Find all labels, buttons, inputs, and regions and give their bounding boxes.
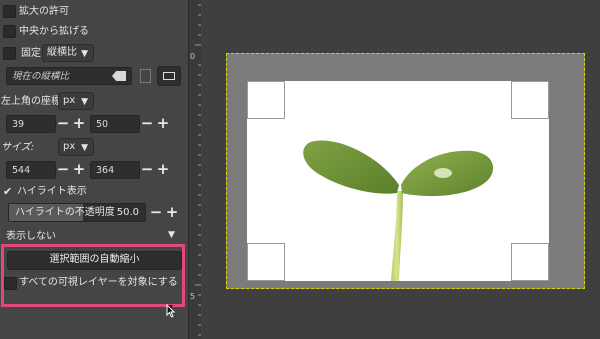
expand-from-center-checkbox[interactable]: [3, 25, 16, 38]
position-x-plus-button[interactable]: +: [72, 116, 86, 131]
highlight-opacity-value: 50.0: [116, 207, 139, 218]
allow-growing-label: 拡大の許可: [19, 6, 69, 17]
size-unit-dropdown[interactable]: px ▼: [58, 138, 94, 156]
portrait-icon[interactable]: [140, 69, 151, 83]
chevron-down-icon: ▼: [168, 230, 175, 240]
crop-handle-top-right[interactable]: [511, 81, 549, 119]
vertical-ruler[interactable]: 0 5: [188, 0, 202, 339]
highlight-label: ハイライト表示: [17, 186, 87, 197]
chevron-down-icon: ▼: [81, 97, 88, 107]
highlight-opacity-slider[interactable]: ハイライトの不透明度 50.0: [8, 203, 146, 222]
size-height-minus-button[interactable]: −: [140, 162, 154, 177]
image-canvas[interactable]: [247, 81, 549, 281]
size-width-field[interactable]: 544: [6, 161, 56, 179]
size-width-plus-button[interactable]: +: [72, 162, 86, 177]
size-height-value: 364: [96, 165, 115, 176]
aspect-ratio-value: 現在の縦横比: [12, 71, 70, 82]
size-width-value: 544: [12, 165, 31, 176]
position-x-minus-button[interactable]: −: [56, 116, 70, 131]
fixed-checkbox[interactable]: [3, 47, 16, 60]
position-label: 左上角の座標:: [1, 96, 65, 107]
highlight-frame: [1, 244, 185, 307]
expand-from-center-label: 中央から拡げる: [19, 26, 89, 37]
position-y-plus-button[interactable]: +: [156, 116, 170, 131]
position-x-field[interactable]: 39: [6, 115, 56, 133]
guides-dropdown[interactable]: 表示しない ▼: [0, 227, 184, 245]
crop-handle-bottom-right[interactable]: [511, 243, 549, 281]
fixed-mode-dropdown[interactable]: 縦横比 ▼: [42, 44, 94, 62]
position-unit-dropdown[interactable]: px ▼: [58, 92, 94, 110]
position-y-value: 50: [96, 119, 109, 130]
size-height-field[interactable]: 364: [90, 161, 140, 179]
size-label: サイズ:: [1, 142, 35, 153]
position-y-field[interactable]: 50: [90, 115, 140, 133]
highlight-opacity-label: ハイライトの不透明度: [15, 207, 115, 218]
chevron-down-icon: ▼: [81, 143, 88, 153]
size-height-plus-button[interactable]: +: [156, 162, 170, 177]
size-width-minus-button[interactable]: −: [56, 162, 70, 177]
landscape-button[interactable]: [157, 66, 181, 86]
fixed-label: 固定: [21, 48, 41, 59]
checkmark-icon[interactable]: ✔: [3, 185, 12, 198]
position-x-value: 39: [12, 119, 25, 130]
ruler-label-0: 0: [190, 52, 196, 61]
landscape-icon: [163, 72, 175, 80]
crop-handle-bottom-left[interactable]: [247, 243, 285, 281]
opacity-plus-button[interactable]: +: [165, 205, 179, 220]
pointer-arrow: [166, 303, 176, 318]
allow-growing-checkbox[interactable]: [3, 5, 16, 18]
position-unit-value: px: [63, 95, 76, 106]
crop-handle-top-left[interactable]: [247, 81, 285, 119]
ruler-label-5: 5: [190, 292, 196, 301]
seedling-image: [303, 140, 494, 281]
fixed-mode-value: 縦横比: [47, 47, 77, 58]
opacity-minus-button[interactable]: −: [149, 205, 163, 220]
size-unit-value: px: [63, 141, 76, 152]
position-y-minus-button[interactable]: −: [140, 116, 154, 131]
chevron-down-icon: ▼: [81, 49, 88, 59]
guides-value: 表示しない: [6, 231, 56, 242]
